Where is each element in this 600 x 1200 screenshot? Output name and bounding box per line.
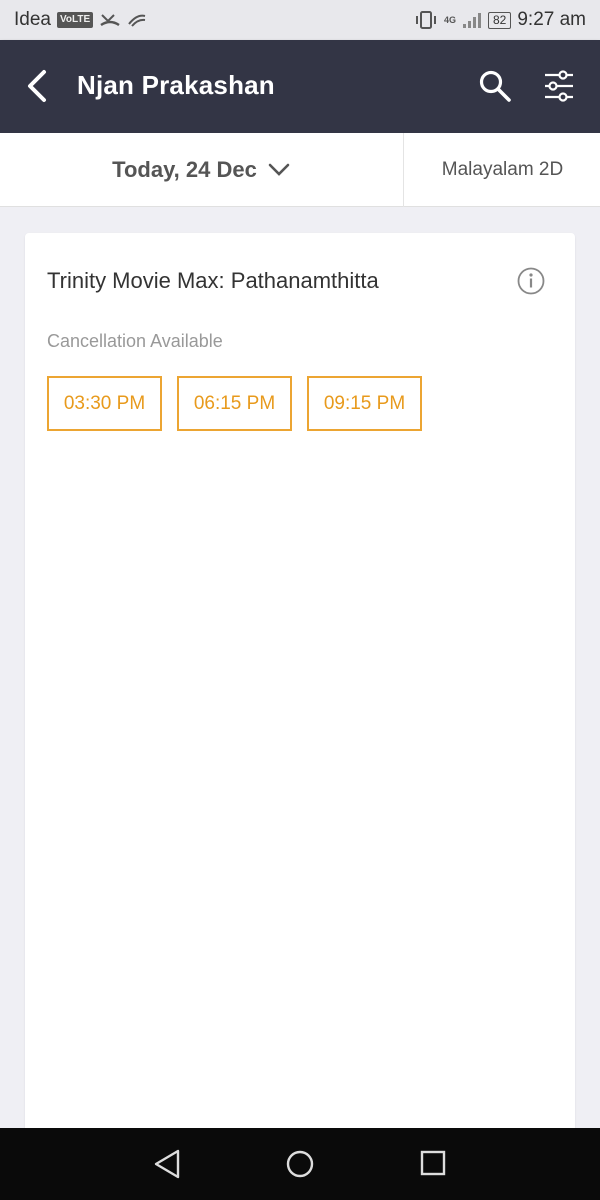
clock: 9:27 am [517, 9, 586, 30]
battery-indicator: 82 [487, 11, 512, 29]
showtime-button[interactable]: 06:15 PM [177, 376, 292, 431]
nav-home-icon[interactable] [285, 1149, 315, 1179]
status-right: 4G 82 9:27 am [414, 9, 586, 31]
date-selector[interactable]: Today, 24 Dec [0, 133, 404, 207]
showtime-list: 03:30 PM 06:15 PM 09:15 PM [47, 376, 422, 431]
cancellation-note: Cancellation Available [47, 331, 223, 351]
language-format-selector[interactable]: Malayalam 2D [405, 133, 600, 207]
chevron-down-icon [268, 163, 290, 176]
status-left: Idea VoLTE [14, 9, 147, 31]
venue-card: Trinity Movie Max: Pathanamthitta Cancel… [25, 233, 575, 1133]
search-icon[interactable] [478, 69, 512, 103]
language-format-label: Malayalam 2D [441, 159, 564, 180]
nav-recent-icon[interactable] [420, 1150, 446, 1176]
app-bar: Njan Prakashan [0, 40, 600, 133]
network-type-label: 4G [443, 15, 456, 25]
vibrate-icon [415, 11, 436, 29]
filter-row: Today, 24 Dec Malayalam 2D [0, 133, 600, 207]
status-bar: Idea VoLTE 4G 82 9:27 am [0, 0, 600, 40]
missed-call-icon [100, 14, 120, 27]
venue-name[interactable]: Trinity Movie Max: Pathanamthitta [47, 267, 467, 295]
info-icon[interactable] [516, 266, 546, 296]
page-title: Njan Prakashan [77, 70, 275, 100]
showtime-button[interactable]: 09:15 PM [307, 376, 422, 431]
nav-back-icon[interactable] [152, 1148, 182, 1180]
carrier-label: Idea [14, 9, 51, 30]
back-arrow-icon[interactable] [22, 68, 56, 104]
system-nav-bar [0, 1128, 600, 1200]
showtime-button[interactable]: 03:30 PM [47, 376, 162, 431]
volte-badge: VoLTE [56, 12, 94, 28]
signal-icon [462, 13, 481, 28]
filter-sliders-icon[interactable] [543, 68, 575, 104]
speed-icon [128, 14, 146, 27]
date-label: Today, 24 Dec [112, 157, 257, 182]
